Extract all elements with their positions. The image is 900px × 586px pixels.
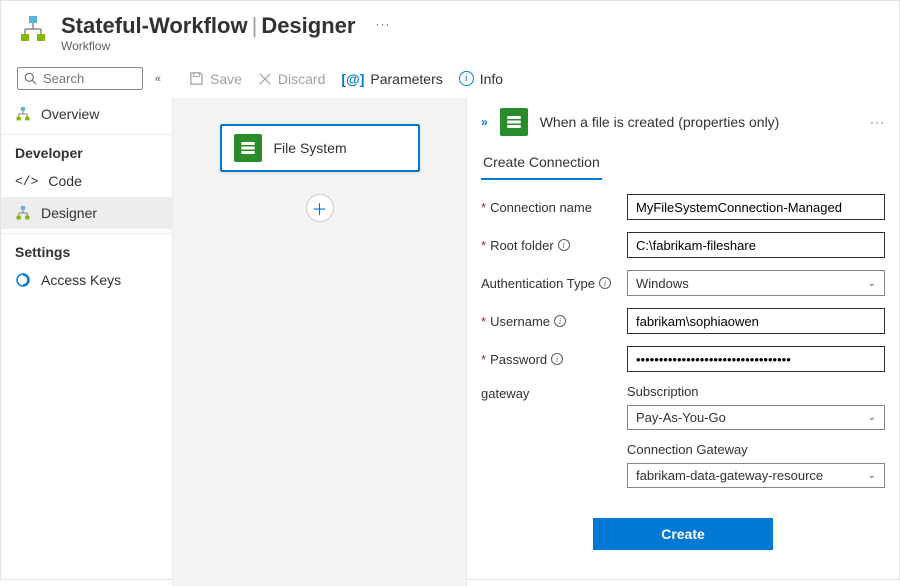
sidebar-item-label: Code	[48, 173, 81, 189]
page-subtitle: Workflow	[61, 39, 355, 53]
file-system-icon	[500, 108, 528, 136]
title-section: Designer	[261, 13, 355, 38]
header-more-button[interactable]: ···	[375, 13, 390, 31]
root-folder-label: Root folder	[490, 238, 554, 253]
sidebar-item-label: Overview	[41, 106, 99, 122]
connection-form: *Connection name *Root folder i Authenti…	[467, 180, 899, 502]
sidebar-item-label: Designer	[41, 205, 97, 221]
file-system-icon	[234, 134, 262, 162]
root-folder-input[interactable]	[627, 232, 885, 258]
select-value: Windows	[636, 276, 689, 291]
page-header: Stateful-Workflow|Designer Workflow ···	[1, 1, 899, 59]
panel-tabs: Create Connection	[467, 146, 899, 180]
create-button[interactable]: Create	[593, 518, 773, 550]
info-icon[interactable]: i	[554, 315, 566, 327]
workflow-logo-icon	[17, 13, 49, 45]
sidebar-item-overview[interactable]: Overview	[1, 98, 172, 130]
search-input[interactable]	[43, 71, 136, 86]
discard-icon	[258, 72, 272, 86]
toolbar: Save Discard [@] Parameters i Info	[173, 59, 519, 98]
trigger-card-file-system[interactable]: File System	[220, 124, 420, 172]
chevron-down-icon: ⌄	[868, 278, 876, 289]
username-input[interactable]	[627, 308, 885, 334]
gateway-label: gateway	[481, 386, 529, 401]
sidebar-item-designer[interactable]: Designer	[1, 197, 172, 229]
info-icon[interactable]: i	[599, 277, 611, 289]
page-title: Stateful-Workflow|Designer	[61, 13, 355, 39]
search-icon	[24, 72, 37, 85]
access-keys-icon	[15, 272, 31, 288]
trigger-card-label: File System	[274, 140, 347, 156]
sidebar-section-developer: Developer	[1, 135, 172, 165]
overview-icon	[15, 106, 31, 122]
connection-gateway-select[interactable]: fabrikam-data-gateway-resource ⌄	[627, 463, 885, 488]
designer-icon	[15, 205, 31, 221]
parameters-icon: [@]	[341, 71, 364, 87]
password-input[interactable]	[627, 346, 885, 372]
panel-title: When a file is created (properties only)	[540, 114, 858, 130]
subscription-label: Subscription	[627, 384, 885, 399]
password-label: Password	[490, 352, 547, 367]
username-label: Username	[490, 314, 550, 329]
info-icon[interactable]: i	[558, 239, 570, 251]
auth-type-label: Authentication Type	[481, 276, 595, 291]
add-step-button[interactable]: ＋	[306, 194, 334, 222]
title-block: Stateful-Workflow|Designer Workflow	[61, 13, 355, 53]
tab-create-connection[interactable]: Create Connection	[481, 146, 602, 180]
plus-icon: ＋	[311, 196, 327, 220]
sidebar-item-code[interactable]: </> Code	[1, 165, 172, 197]
collapse-panel-button[interactable]: »	[481, 115, 488, 129]
info-icon[interactable]: i	[551, 353, 563, 365]
sidebar-item-access-keys[interactable]: Access Keys	[1, 264, 172, 296]
collapse-sidebar-button[interactable]: «	[151, 69, 165, 89]
connection-name-input[interactable]	[627, 194, 885, 220]
info-icon: i	[459, 71, 474, 86]
chevron-down-icon: ⌄	[868, 470, 876, 481]
sidebar: Overview Developer </> Code Designer Set…	[1, 98, 173, 586]
parameters-button[interactable]: [@] Parameters	[341, 71, 442, 87]
connection-name-label: Connection name	[490, 200, 592, 215]
panel-more-button[interactable]: ···	[870, 115, 885, 129]
title-resource: Stateful-Workflow	[61, 13, 248, 38]
sidebar-search[interactable]	[17, 67, 143, 90]
auth-type-select[interactable]: Windows ⌄	[627, 270, 885, 296]
sidebar-item-label: Access Keys	[41, 272, 121, 288]
chevron-down-icon: ⌄	[868, 412, 876, 423]
trigger-config-panel: » When a file is created (properties onl…	[467, 98, 899, 586]
select-value: fabrikam-data-gateway-resource	[636, 468, 823, 483]
info-button[interactable]: i Info	[459, 71, 503, 87]
sidebar-section-settings: Settings	[1, 234, 172, 264]
subscription-select[interactable]: Pay-As-You-Go ⌄	[627, 405, 885, 430]
code-icon: </>	[15, 174, 38, 189]
save-button[interactable]: Save	[189, 71, 242, 87]
connection-gateway-label: Connection Gateway	[627, 442, 885, 457]
save-icon	[189, 71, 204, 86]
select-value: Pay-As-You-Go	[636, 410, 726, 425]
designer-canvas[interactable]: File System ＋	[173, 98, 467, 586]
discard-button[interactable]: Discard	[258, 71, 325, 87]
